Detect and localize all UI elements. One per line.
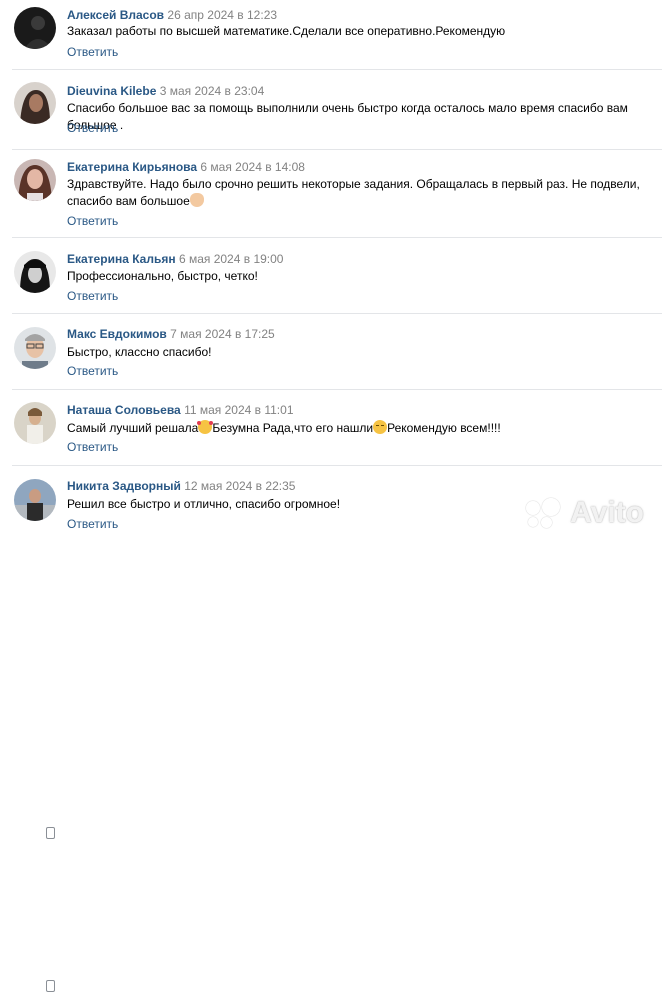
comment-item: Макс Евдокимов 7 мая 2024 в 17:25 Быстро…	[0, 314, 662, 390]
comment-date[interactable]: 7 мая 2024 в 17:25	[170, 327, 275, 341]
avito-logo-icon	[526, 498, 566, 528]
reply-button[interactable]: Ответить	[67, 440, 118, 454]
author-name[interactable]: Екатерина Кальян	[67, 252, 176, 266]
reply-button[interactable]: Ответить	[67, 517, 118, 531]
reply-button[interactable]: Ответить	[67, 121, 118, 135]
comment-text: Профессионально, быстро, четко!	[67, 269, 258, 283]
avatar[interactable]	[14, 402, 56, 444]
comment-text: Самый лучший решала Безумна Рада,что его …	[67, 420, 648, 437]
reply-button[interactable]: Ответить	[67, 214, 118, 228]
mobile-online-icon	[46, 980, 55, 992]
avito-watermark: Avito	[526, 496, 644, 530]
avatar[interactable]	[14, 7, 56, 49]
comment-header: Наташа Соловьева 11 мая 2024 в 11:01	[67, 403, 294, 417]
comment-date[interactable]: 11 мая 2024 в 11:01	[184, 403, 293, 417]
reply-button[interactable]: Ответить	[67, 45, 118, 59]
comment-date[interactable]: 26 апр 2024 в 12:23	[167, 8, 277, 22]
comment-item: Екатерина Кирьянова 6 мая 2024 в 14:08 З…	[0, 150, 662, 238]
folded-hands-emoji	[189, 193, 204, 207]
comment-item: Dieuvina Kilebe 3 мая 2024 в 23:04 Спаси…	[0, 70, 662, 150]
reply-button[interactable]: Ответить	[67, 364, 118, 378]
author-name[interactable]: Екатерина Кирьянова	[67, 160, 197, 174]
mobile-online-icon	[46, 827, 55, 839]
avatar[interactable]	[14, 251, 56, 293]
grimacing-face-emoji	[373, 420, 388, 434]
comment-date[interactable]: 12 мая 2024 в 22:35	[184, 479, 295, 493]
comment-date[interactable]: 3 мая 2024 в 23:04	[160, 84, 265, 98]
comment-item: Алексей Власов 26 апр 2024 в 12:23 Заказ…	[0, 0, 662, 70]
comment-date[interactable]: 6 мая 2024 в 14:08	[200, 160, 305, 174]
author-name[interactable]: Макс Евдокимов	[67, 327, 167, 341]
avatar[interactable]	[14, 159, 56, 201]
author-name[interactable]: Dieuvina Kilebe	[67, 84, 156, 98]
comment-text-body: Здравствуйте. Надо было срочно решить не…	[67, 177, 640, 208]
comment-text: Спасибо большое вас за помощь выполнили …	[67, 101, 628, 132]
comment-text: Здравствуйте. Надо было срочно решить не…	[67, 176, 647, 210]
comment-header: Dieuvina Kilebe 3 мая 2024 в 23:04	[67, 84, 264, 98]
comment-header: Екатерина Кальян 6 мая 2024 в 19:00	[67, 252, 283, 266]
author-name[interactable]: Алексей Власов	[67, 8, 164, 22]
comment-header: Екатерина Кирьянова 6 мая 2024 в 14:08	[67, 160, 305, 174]
smiling-face-with-hearts-emoji	[197, 420, 214, 434]
comment-item: Екатерина Кальян 6 мая 2024 в 19:00 Проф…	[0, 238, 662, 314]
comment-text-part: Безумна Рада,что его нашли	[212, 421, 374, 435]
comment-text-part: Рекомендую всем!!!!	[387, 421, 501, 435]
comment-header: Никита Задворный 12 мая 2024 в 22:35	[67, 479, 295, 493]
comment-text: Быстро, классно спасибо!	[67, 345, 212, 359]
avatar[interactable]	[14, 82, 56, 124]
comment-item: Наташа Соловьева 11 мая 2024 в 11:01 Сам…	[0, 390, 662, 839]
watermark-text: Avito	[570, 496, 644, 529]
reply-button[interactable]: Ответить	[67, 289, 118, 303]
comment-header: Макс Евдокимов 7 мая 2024 в 17:25	[67, 327, 275, 341]
author-name[interactable]: Никита Задворный	[67, 479, 181, 493]
author-name[interactable]: Наташа Соловьева	[67, 403, 181, 417]
avatar[interactable]	[14, 327, 56, 369]
comment-text: Заказал работы по высшей математике.Сдел…	[67, 24, 506, 38]
comment-date[interactable]: 6 мая 2024 в 19:00	[179, 252, 284, 266]
comment-header: Алексей Власов 26 апр 2024 в 12:23	[67, 8, 277, 22]
comment-text-part: Самый лучший решала	[67, 421, 199, 435]
avatar[interactable]	[14, 479, 56, 521]
